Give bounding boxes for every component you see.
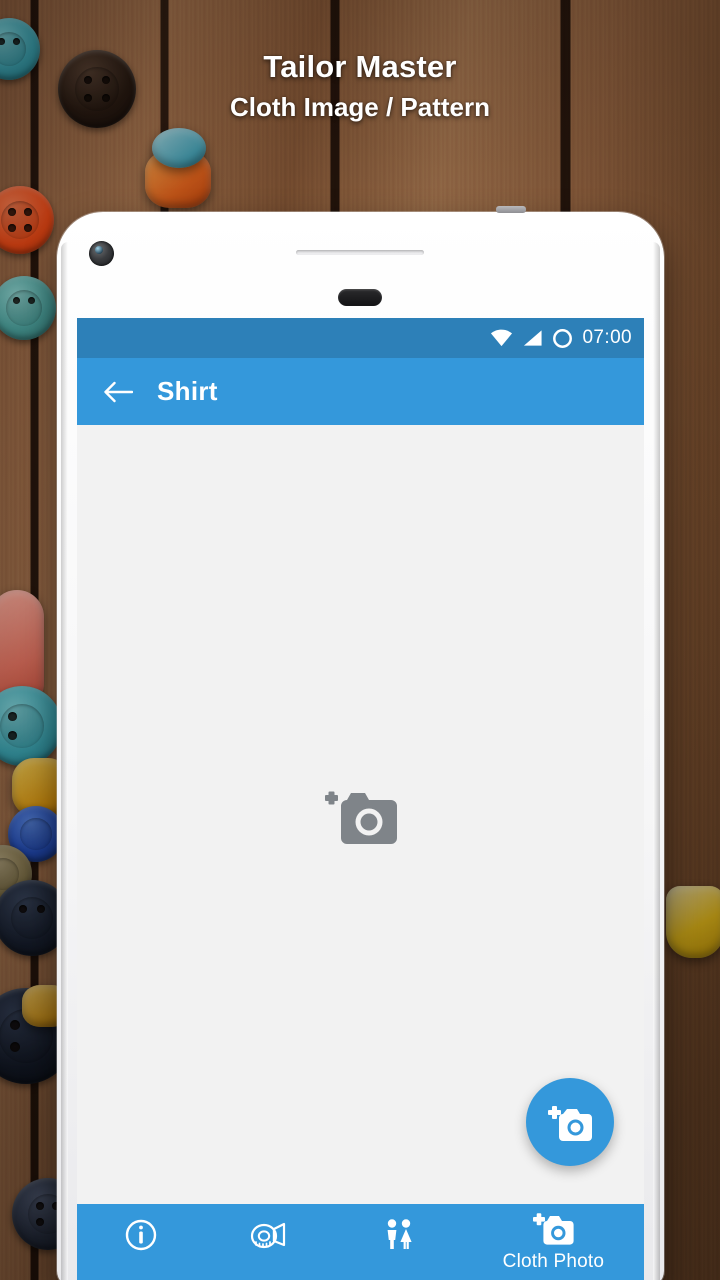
nav-item-cloth-photo[interactable]: Cloth Photo: [463, 1204, 644, 1280]
earpiece-speaker: [296, 250, 424, 255]
app-bar: Shirt: [77, 358, 644, 425]
bottom-navigation: Cloth Photo: [77, 1204, 644, 1280]
add-photo-icon: [324, 791, 397, 844]
screenshot-stage: Tailor Master Cloth Image / Pattern 07:0…: [0, 0, 720, 1280]
nav-item-measurements[interactable]: [206, 1204, 335, 1280]
back-arrow-icon[interactable]: [103, 380, 133, 404]
add-photo-icon: [548, 1105, 592, 1141]
page-title: Shirt: [157, 376, 218, 406]
sensor-pill: [338, 289, 382, 306]
status-bar: 07:00: [77, 318, 644, 358]
add-photo-icon: [533, 1213, 575, 1245]
circle-icon: [553, 328, 573, 348]
phone-screen: 07:00 Shirt Cloth Photo: [77, 318, 644, 1280]
phone-top-notch: [496, 206, 526, 213]
info-icon: [126, 1219, 157, 1251]
nav-item-info[interactable]: [77, 1204, 206, 1280]
front-camera-icon: [89, 241, 114, 266]
wifi-icon: [491, 329, 513, 347]
measuring-tape-icon: [250, 1222, 286, 1249]
status-clock: 07:00: [582, 327, 632, 348]
phone-bezel-left: [61, 242, 68, 1280]
phone-bezel-right: [653, 242, 660, 1280]
nav-item-label: Cloth Photo: [502, 1251, 605, 1272]
nav-item-customers[interactable]: [334, 1204, 463, 1280]
people-icon: [387, 1219, 412, 1249]
add-photo-fab[interactable]: [526, 1078, 614, 1166]
signal-icon: [524, 330, 543, 346]
content-area: [77, 425, 644, 1204]
